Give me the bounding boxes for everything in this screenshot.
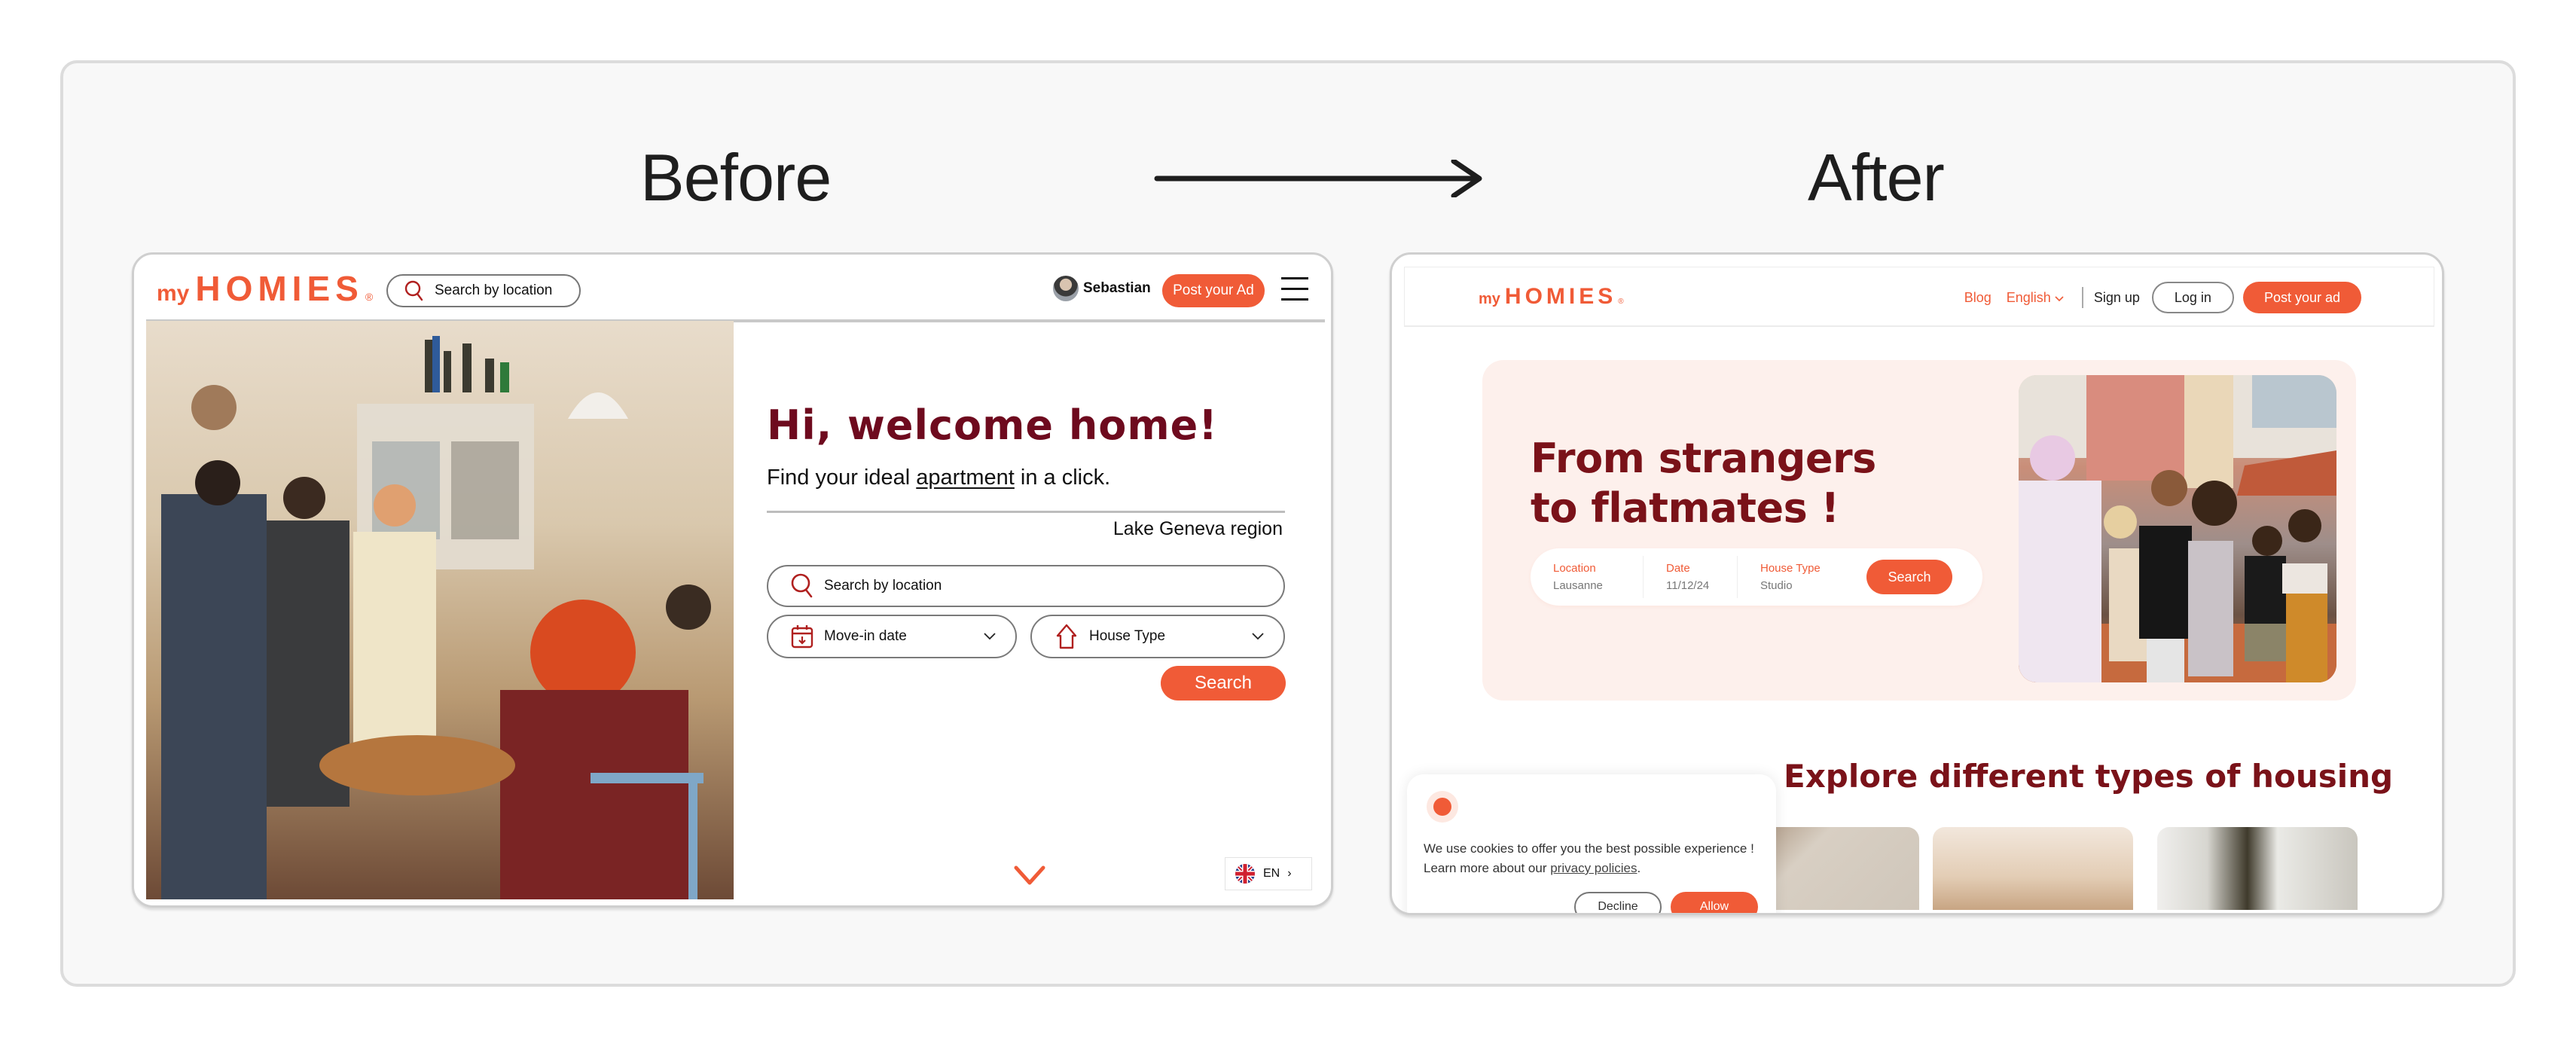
house-type-label: House Type <box>1760 562 1821 575</box>
hero-title-line-1: From strangers <box>1531 435 1876 482</box>
after-label: After <box>1808 140 1945 215</box>
subtitle-text-end: in a click. <box>1014 466 1111 490</box>
housing-type-card[interactable] <box>1933 827 2133 910</box>
decline-cookies-button[interactable]: Decline <box>1574 892 1662 913</box>
cookie-icon <box>1427 791 1458 823</box>
header-search-placeholder: Search by location <box>435 282 553 298</box>
hamburger-icon[interactable] <box>1281 277 1308 304</box>
logo-prefix: my <box>1479 291 1500 307</box>
location-value: Lausanne <box>1553 579 1603 592</box>
language-code: EN <box>1263 867 1280 880</box>
housing-type-card[interactable] <box>2157 827 2358 910</box>
hero-title: From strangers to flatmates ! <box>1531 434 1876 533</box>
hero-photo-rooftop-party <box>2019 375 2336 682</box>
house-type-value: Studio <box>1760 579 1793 592</box>
nav-separator <box>2081 287 2083 308</box>
kitchen-scene-illustration <box>161 336 711 899</box>
before-label: Before <box>640 140 832 215</box>
location-field[interactable]: Location Lausanne <box>1531 556 1644 598</box>
right-arrow-icon <box>1154 160 1482 197</box>
language-dropdown[interactable]: English <box>2007 290 2064 306</box>
search-icon <box>404 280 423 301</box>
header-search-input[interactable]: Search by location <box>386 274 581 307</box>
hero-search-bar: Location Lausanne Date 11/12/24 House Ty… <box>1531 548 1982 606</box>
homies-logo[interactable]: my HOMIES ® <box>1479 284 1624 310</box>
logo-word: HOMIES <box>1504 284 1617 309</box>
house-type-placeholder: House Type <box>1089 628 1166 644</box>
sign-up-link[interactable]: Sign up <box>2094 290 2140 306</box>
location-label: Location <box>1553 562 1596 575</box>
calendar-icon <box>791 625 813 649</box>
before-header: my HOMIES ® Search by location Sebastian… <box>134 255 1331 319</box>
chevron-right-icon: › <box>1287 867 1292 880</box>
hero-divider <box>767 511 1285 513</box>
chevron-down-icon <box>1252 633 1264 640</box>
hero-photo-friends-kitchen <box>146 321 734 899</box>
nav-blog-link[interactable]: Blog <box>1964 290 1992 306</box>
before-screenshot: my HOMIES ® Search by location Sebastian… <box>132 252 1333 908</box>
scroll-down-chevron-icon[interactable] <box>1013 865 1046 887</box>
user-name: Sebastian <box>1083 280 1151 296</box>
cookie-text-end: . <box>1637 861 1641 875</box>
top-nav: Blog English Sign up Log in Post your ad <box>1964 281 2361 314</box>
welcome-title: Hi, welcome home! <box>767 401 1218 449</box>
cookie-banner: We use cookies to offer you the best pos… <box>1407 774 1776 913</box>
move-in-date-dropdown[interactable]: Move-in date <box>767 615 1017 658</box>
house-type-field[interactable]: House Type Studio <box>1738 556 1862 598</box>
date-label: Date <box>1666 562 1690 575</box>
language-selector[interactable]: EN › <box>1225 857 1312 890</box>
post-ad-button[interactable]: Post your ad <box>2242 282 2361 313</box>
hero-title-line-2: to flatmates ! <box>1531 484 1839 532</box>
after-header: my HOMIES ® Blog English Sign up Log in … <box>1404 267 2434 327</box>
allow-cookies-button[interactable]: Allow <box>1671 892 1758 913</box>
house-type-dropdown[interactable]: House Type <box>1030 615 1285 658</box>
hero-card: From strangers to flatmates ! Location L… <box>1482 360 2356 701</box>
user-profile[interactable]: Sebastian <box>1053 276 1151 301</box>
logo-prefix: my <box>157 281 190 306</box>
homies-logo[interactable]: my HOMIES ® <box>157 268 373 309</box>
search-icon <box>791 573 813 598</box>
search-button[interactable]: Search <box>1866 560 1952 594</box>
cookie-message: We use cookies to offer you the best pos… <box>1424 839 1770 878</box>
chevron-down-icon <box>2055 295 2064 301</box>
subtitle-text: Find your ideal <box>767 466 917 490</box>
log-in-button[interactable]: Log in <box>2151 282 2234 313</box>
search-button[interactable]: Search <box>1161 666 1286 701</box>
housing-types-title: Explore different types of housing <box>1784 758 2394 795</box>
location-placeholder: Search by location <box>824 578 942 594</box>
move-in-placeholder: Move-in date <box>824 628 907 644</box>
welcome-subtitle: Find your ideal apartment in a click. <box>767 466 1110 490</box>
logo-registered: ® <box>365 291 374 303</box>
chevron-down-icon <box>984 633 996 640</box>
house-icon <box>1056 624 1077 649</box>
rooftop-scene-illustration <box>2019 375 2336 682</box>
date-value: 11/12/24 <box>1666 579 1710 592</box>
apartment-link[interactable]: apartment <box>916 466 1015 490</box>
avatar <box>1053 276 1079 301</box>
uk-flag-icon <box>1235 864 1255 884</box>
privacy-policy-link[interactable]: privacy policies <box>1550 861 1637 875</box>
date-field[interactable]: Date 11/12/24 <box>1644 556 1738 598</box>
region-label: Lake Geneva region <box>1113 518 1283 539</box>
logo-registered: ® <box>1618 298 1624 306</box>
after-screenshot: my HOMIES ® Blog English Sign up Log in … <box>1390 252 2444 915</box>
logo-word: HOMIES <box>195 269 364 308</box>
post-ad-button[interactable]: Post your Ad <box>1162 274 1265 307</box>
location-search-input[interactable]: Search by location <box>767 565 1285 607</box>
language-label: English <box>2006 289 2051 305</box>
